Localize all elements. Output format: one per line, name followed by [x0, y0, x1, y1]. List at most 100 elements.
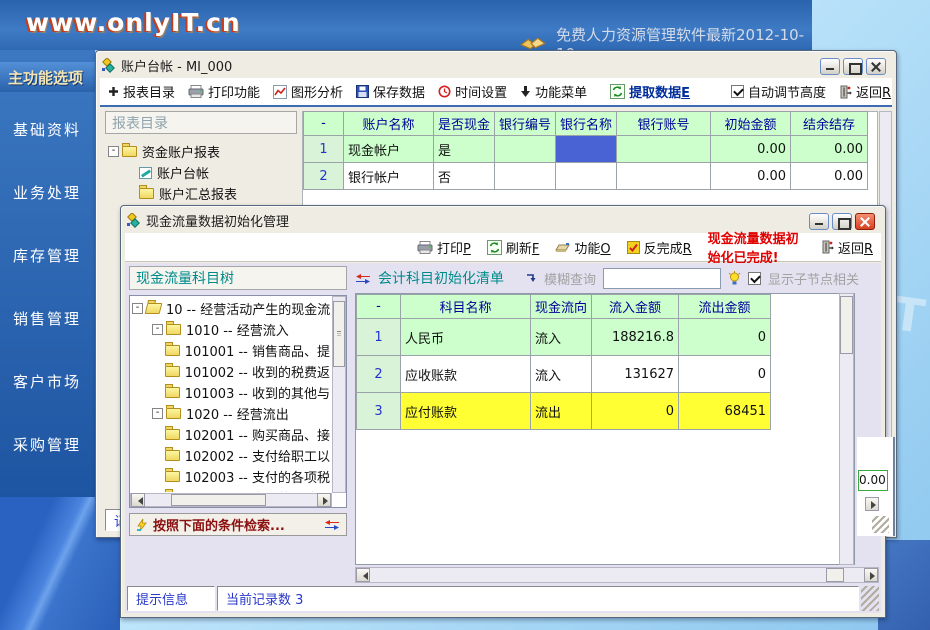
add-icon	[108, 86, 119, 97]
return-icon	[839, 85, 852, 99]
folder-icon	[145, 303, 163, 314]
extract-data-button[interactable]: 提取数据E	[610, 82, 690, 101]
function-button[interactable]: 功能O	[555, 238, 610, 257]
app-icon	[125, 213, 141, 229]
table-row: 2 应收账款 流入 131627 0	[357, 356, 771, 393]
tree-item-label: 1010 -- 经营流入	[186, 320, 289, 339]
tree-item[interactable]: 账户台帐	[105, 162, 297, 183]
desktop: www.onlyIT.cn 免费人力资源管理软件最新2012-10-10 主功能…	[0, 0, 930, 630]
tree-item[interactable]: 101003 -- 收到的其他与	[132, 382, 330, 403]
tree-expander-icon[interactable]: -	[152, 324, 163, 335]
selected-cell[interactable]	[556, 136, 617, 163]
tree-item-label: 1020 -- 经营流出	[186, 404, 289, 423]
window2-toolbar: 打印P 刷新F 功能O 反完成R 现金流量数据初始化已完成! 返回R	[125, 233, 881, 262]
tree-item[interactable]: - 1020 -- 经营流出	[132, 403, 330, 424]
completion-status-text: 现金流量数据初始化已完成!	[708, 228, 805, 266]
subject-tree-header: 现金流量科目树	[129, 266, 347, 290]
tree-horizontal-scrollbar[interactable]	[130, 493, 332, 507]
undo-complete-icon	[627, 241, 640, 254]
fuzzy-search-label: 模糊查询	[544, 269, 596, 288]
undo-complete-button[interactable]: 反完成R	[627, 238, 692, 257]
close-button[interactable]	[855, 213, 875, 230]
swap-icon[interactable]	[355, 273, 371, 284]
scrollbar-thumb[interactable]	[826, 568, 844, 582]
tree-item[interactable]: 101001 -- 销售商品、提	[132, 340, 330, 361]
sidebar-item[interactable]: 销售管理	[0, 287, 95, 350]
maximize-button[interactable]	[843, 58, 863, 75]
show-children-checkbox[interactable]	[748, 272, 761, 285]
window1-overlap-artifact: 0.00	[857, 437, 895, 536]
minimize-button[interactable]	[809, 213, 829, 230]
tree-item[interactable]: - 10 -- 经营活动产生的现金流量	[132, 298, 330, 319]
scroll-left-icon[interactable]	[131, 493, 145, 507]
scrollbar-thumb[interactable]	[171, 494, 266, 506]
tree-expander-icon[interactable]: -	[152, 408, 163, 419]
resize-grip[interactable]	[861, 586, 879, 611]
tree-item-label: 101002 -- 收到的税费返	[185, 362, 330, 381]
function-menu-button[interactable]: 功能菜单	[520, 82, 587, 101]
time-settings-button[interactable]: 时间设置	[438, 82, 507, 101]
main-sidebar: 主功能选项 基础资料 业务处理 库存管理 销售管理 客户市场 采购管理	[0, 50, 95, 497]
tree-expander-icon[interactable]: -	[108, 146, 119, 157]
list-header-row: 会计科目初始化清单 模糊查询 显示子节点相关	[355, 266, 879, 290]
report-catalog-button[interactable]: 报表目录	[108, 82, 175, 101]
folder-icon	[165, 366, 180, 377]
close-button[interactable]	[866, 58, 886, 75]
tree-item[interactable]: 102003 -- 支付的各项税	[132, 466, 330, 487]
tree-item-label: 102002 -- 支付给职工以	[185, 446, 330, 465]
top-banner: www.onlyIT.cn 免费人力资源管理软件最新2012-10-10	[0, 0, 812, 50]
sidebar-item[interactable]: 库存管理	[0, 224, 95, 287]
folder-icon	[165, 387, 180, 398]
scroll-right-icon[interactable]	[865, 497, 879, 511]
sidebar-item[interactable]: 业务处理	[0, 161, 95, 224]
print-button[interactable]: 打印功能	[188, 82, 260, 101]
scroll-right-icon[interactable]	[317, 493, 331, 507]
tree-item[interactable]: 102001 -- 购买商品、接	[132, 424, 330, 445]
sidebar-items: 基础资料 业务处理 库存管理 销售管理 客户市场 采购管理	[0, 98, 95, 476]
scrollbar-thumb[interactable]	[840, 296, 853, 354]
window1-titlebar[interactable]: 账户台帐 - MI_000	[100, 54, 892, 77]
tree-item[interactable]: - 1010 -- 经营流入	[132, 319, 330, 340]
tree-item[interactable]: - 资金账户报表	[105, 141, 297, 162]
lamp-icon[interactable]	[728, 271, 741, 286]
sidebar-item[interactable]: 基础资料	[0, 98, 95, 161]
show-children-label: 显示子节点相关	[768, 269, 859, 288]
chart-analysis-button[interactable]: 图形分析	[273, 82, 343, 101]
tree-panel-header: 报表目录	[105, 111, 297, 134]
tree-item[interactable]: 101002 -- 收到的税费返	[132, 361, 330, 382]
return-button[interactable]: 返回R	[839, 82, 891, 101]
tree-vertical-scrollbar[interactable]	[332, 296, 346, 493]
table-row: 1 现金帐户 是 0.00 0.00	[304, 136, 868, 163]
tree-expander-icon[interactable]: -	[132, 303, 143, 314]
sidebar-header: 主功能选项	[0, 62, 95, 92]
fuzzy-search-input[interactable]	[603, 268, 721, 289]
folder-icon	[122, 146, 137, 157]
folder-icon	[139, 188, 154, 199]
scroll-right-icon[interactable]	[864, 568, 878, 582]
refresh-button[interactable]: 刷新F	[487, 238, 540, 257]
autofit-height-toggle[interactable]: 自动调节高度	[731, 82, 826, 101]
save-icon	[356, 85, 369, 98]
func-icon	[555, 242, 570, 253]
list-title: 会计科目初始化清单	[378, 268, 504, 288]
tree-item[interactable]: 102002 -- 支付给职工以	[132, 445, 330, 466]
swap-icon[interactable]	[324, 519, 340, 530]
tree-item[interactable]: 账户汇总报表	[105, 183, 297, 204]
scroll-left-icon[interactable]	[356, 568, 370, 582]
return-icon	[821, 240, 834, 254]
autofit-checkbox[interactable]	[731, 85, 744, 98]
resize-grip[interactable]	[872, 516, 889, 533]
grid-horizontal-scrollbar[interactable]	[355, 567, 879, 583]
print-button[interactable]: 打印P	[417, 238, 471, 257]
sidebar-item[interactable]: 客户市场	[0, 350, 95, 413]
tree-item[interactable]: 102004 -- 支付的其他与	[132, 487, 330, 492]
folder-icon	[165, 345, 180, 356]
scrollbar-thumb[interactable]	[333, 301, 345, 367]
maximize-button[interactable]	[832, 213, 852, 230]
minimize-button[interactable]	[820, 58, 840, 75]
grid-vertical-scrollbar[interactable]	[839, 293, 854, 565]
save-data-button[interactable]: 保存数据	[356, 82, 425, 101]
folder-icon	[165, 429, 180, 440]
return-button[interactable]: 返回R	[821, 238, 873, 257]
sidebar-item[interactable]: 采购管理	[0, 413, 95, 476]
